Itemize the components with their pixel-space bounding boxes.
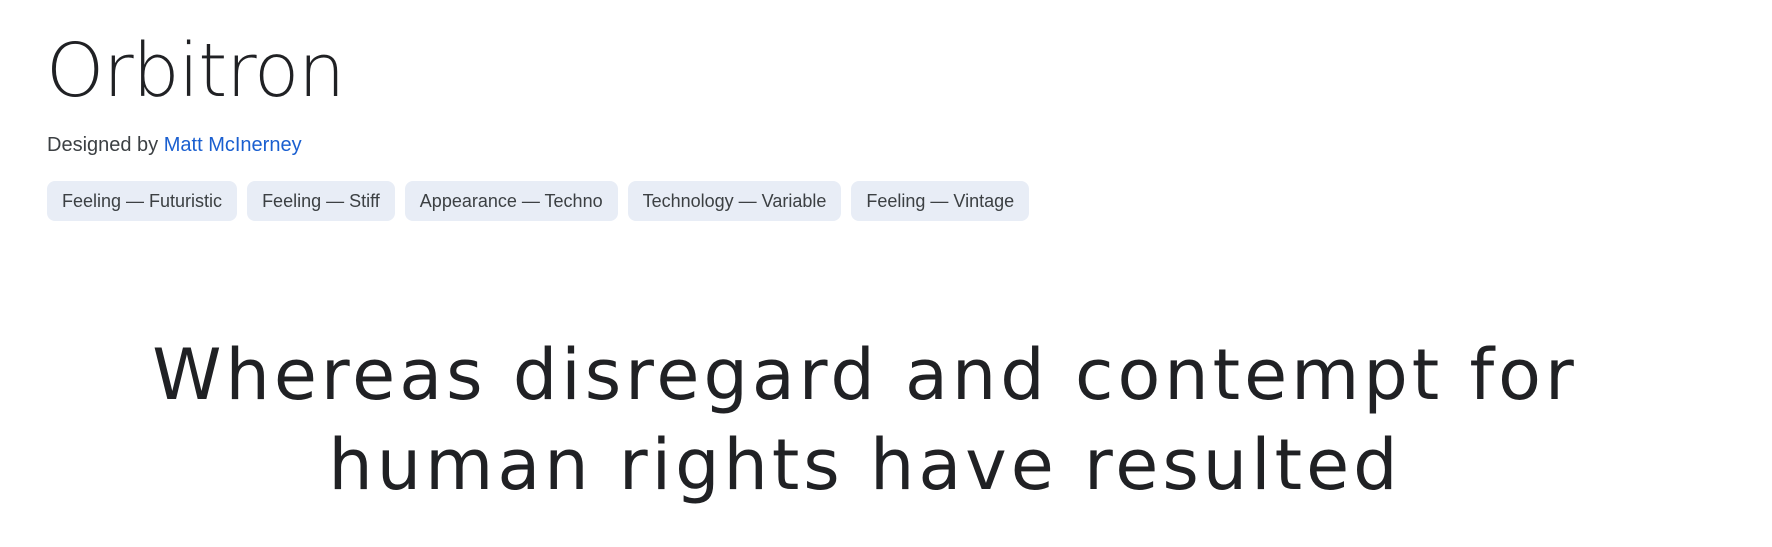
tag-appearance-techno[interactable]: Appearance — Techno bbox=[404, 181, 618, 221]
font-title: Orbitron bbox=[46, 28, 345, 114]
preview-line-2: human rights have resulted bbox=[328, 424, 1402, 506]
font-specimen-page: Orbitron Designed by Matt McInerney Feel… bbox=[0, 0, 1772, 547]
designer-line: Designed by Matt McInerney bbox=[47, 132, 302, 158]
tag-feeling-stiff[interactable]: Feeling — Stiff bbox=[247, 181, 395, 221]
preview-line-1: Whereas disregard and contempt for bbox=[152, 334, 1578, 416]
sample-text-preview: Whereas disregard and contempt for human… bbox=[0, 330, 1730, 510]
designed-by-label: Designed by bbox=[47, 134, 164, 156]
designer-link[interactable]: Matt McInerney bbox=[164, 134, 302, 156]
tag-feeling-futuristic[interactable]: Feeling — Futuristic bbox=[47, 181, 238, 221]
scrollbar[interactable] bbox=[1756, 0, 1772, 547]
tag-feeling-vintage[interactable]: Feeling — Vintage bbox=[851, 181, 1030, 221]
tag-technology-variable[interactable]: Technology — Variable bbox=[627, 181, 842, 221]
tag-list: Feeling — Futuristic Feeling — Stiff App… bbox=[47, 181, 1030, 221]
